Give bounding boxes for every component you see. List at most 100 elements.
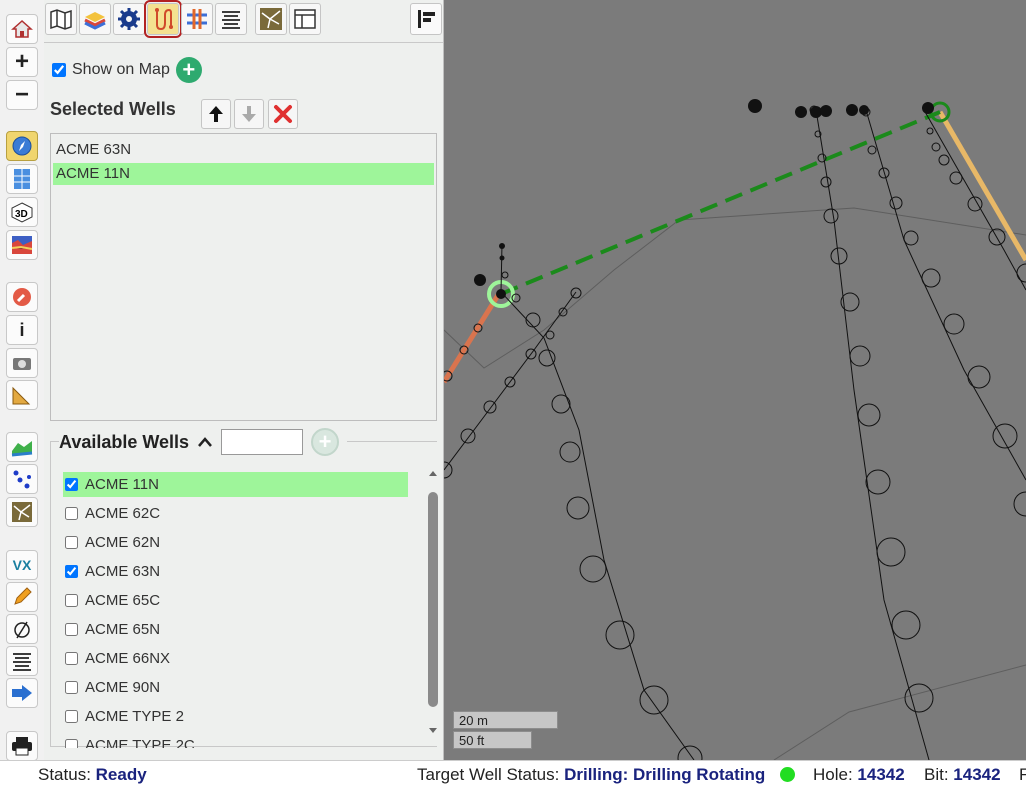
selected-well-item[interactable]: ACME 11N — [53, 163, 434, 185]
layers-icon[interactable] — [79, 3, 111, 35]
well-checkbox[interactable] — [65, 478, 78, 491]
well-checkbox[interactable] — [65, 739, 78, 748]
well-trajectory-map[interactable] — [444, 0, 1026, 760]
scale-bar-imperial: 50 ft — [453, 731, 532, 749]
well-label: ACME 90N — [85, 679, 161, 696]
zoom-in-icon[interactable]: + — [6, 47, 38, 77]
move-up-button[interactable] — [201, 99, 231, 129]
hole-value: 14342 — [857, 765, 905, 784]
well-checkbox[interactable] — [65, 623, 78, 636]
selected-well-item[interactable]: ACME 63N — [53, 139, 434, 161]
dock-panel-icon[interactable] — [410, 3, 442, 35]
camera-icon[interactable] — [6, 348, 38, 378]
add-well-button[interactable]: + — [175, 57, 202, 83]
hole-label: Hole: — [813, 765, 853, 784]
faults-icon[interactable] — [6, 497, 38, 527]
available-wells-list: ACME 11N ACME 62C ACME 62N ACME 63N ACME… — [63, 472, 408, 748]
cross-section-icon[interactable] — [6, 230, 38, 260]
pencil-icon[interactable] — [6, 582, 38, 612]
well-label: ACME 66NX — [85, 650, 171, 667]
well-checkbox[interactable] — [65, 565, 78, 578]
well-checkbox[interactable] — [65, 681, 78, 694]
well-label: ACME 65N — [85, 621, 161, 638]
points-icon[interactable] — [6, 464, 38, 494]
well-checkbox[interactable] — [65, 536, 78, 549]
remove-well-button[interactable] — [268, 99, 298, 129]
well-path-icon[interactable] — [144, 0, 182, 38]
panel-tabs — [44, 0, 443, 43]
close-icon — [274, 105, 292, 123]
well-checkbox[interactable] — [65, 594, 78, 607]
hole-depth: Hole: 14342 — [813, 761, 905, 788]
status-text: Status: Ready — [38, 761, 147, 788]
status-value: Ready — [95, 765, 147, 784]
available-well-row[interactable]: ACME 65N — [63, 617, 408, 642]
available-well-row[interactable]: ACME 65C — [63, 588, 408, 613]
available-well-row[interactable]: ACME 90N — [63, 675, 408, 700]
layout-icon[interactable] — [289, 3, 321, 35]
well-label: ACME 11N — [85, 476, 159, 493]
well-panel: Show on Map + Selected Wells ACME 63N AC… — [44, 0, 444, 760]
available-wells-search-input[interactable] — [221, 429, 304, 455]
well-label: ACME 63N — [85, 563, 161, 580]
gear-icon[interactable] — [113, 3, 145, 35]
home-icon[interactable] — [6, 14, 38, 44]
chevron-up-icon[interactable] — [197, 436, 213, 448]
scale-bar-metric: 20 m — [453, 711, 558, 729]
available-well-row[interactable]: ACME 63N — [63, 559, 408, 584]
lines-icon[interactable] — [215, 3, 247, 35]
compass-icon[interactable] — [6, 131, 38, 161]
arrow-up-icon — [209, 106, 223, 122]
map-icon[interactable] — [45, 3, 77, 35]
status-indicator-dot — [780, 767, 795, 782]
grid-icon[interactable] — [6, 164, 38, 194]
available-well-row[interactable]: ACME 66NX — [63, 646, 408, 671]
scroll-up-icon[interactable] — [429, 471, 437, 476]
zoom-out-icon[interactable]: − — [6, 80, 38, 110]
arrow-down-icon — [242, 106, 256, 122]
add-available-well-button[interactable]: + — [311, 428, 340, 456]
3d-icon[interactable]: 3D — [6, 197, 38, 227]
crossing-icon[interactable] — [181, 3, 213, 35]
info-icon[interactable]: i — [6, 315, 38, 345]
surface-icon[interactable] — [6, 432, 38, 462]
available-well-row[interactable]: ACME 11N — [63, 472, 408, 497]
scroll-thumb[interactable] — [428, 492, 438, 707]
scrollbar[interactable] — [425, 466, 441, 738]
show-on-map-label: Show on Map — [72, 61, 170, 78]
ruler-icon[interactable] — [6, 380, 38, 410]
target-well-status: Target Well Status: Drilling: Drilling R… — [417, 761, 765, 788]
well-label: ACME 62N — [85, 534, 161, 551]
show-on-map-checkbox[interactable] — [52, 63, 66, 77]
well-label: ACME 65C — [85, 592, 161, 609]
available-well-row[interactable]: ACME TYPE 2C — [63, 733, 408, 748]
print-icon[interactable] — [6, 731, 38, 761]
well-label: ACME TYPE 2C — [85, 737, 195, 748]
well-label: ACME TYPE 2 — [85, 708, 184, 725]
target-well-label: Target Well Status: — [417, 765, 560, 784]
target-well-value: Drilling: Drilling Rotating — [564, 765, 766, 784]
target-edit-icon[interactable] — [6, 614, 38, 644]
well-checkbox[interactable] — [65, 710, 78, 723]
available-well-row[interactable]: ACME TYPE 2 — [63, 704, 408, 729]
scroll-down-icon[interactable] — [429, 728, 437, 733]
bit-depth: Bit: 14342 — [924, 761, 1001, 788]
well-checkbox[interactable] — [65, 507, 78, 520]
status-bar: Status: Ready Target Well Status: Drilli… — [0, 760, 1026, 789]
log-lines-icon[interactable] — [6, 646, 38, 676]
available-wells-title: Available Wells — [59, 431, 190, 452]
bit-value: 14342 — [953, 765, 1001, 784]
arrow-right-icon[interactable] — [6, 678, 38, 708]
move-down-button[interactable] — [234, 99, 264, 129]
bit-label: Bit: — [924, 765, 949, 784]
well-checkbox[interactable] — [65, 652, 78, 665]
vx-icon[interactable]: VX — [6, 550, 38, 580]
available-well-row[interactable]: ACME 62N — [63, 530, 408, 555]
map-view[interactable]: 20 m 50 ft — [444, 0, 1026, 760]
available-wells-section: Available Wells + ACME 11N ACME 62C ACME… — [50, 428, 438, 748]
wrench-icon[interactable] — [6, 282, 38, 312]
available-well-row[interactable]: ACME 62C — [63, 501, 408, 526]
svg-text:3D: 3D — [15, 209, 28, 220]
selected-wells-list: ACME 63N ACME 11N — [50, 133, 437, 421]
faults-tab-icon[interactable] — [255, 3, 287, 35]
